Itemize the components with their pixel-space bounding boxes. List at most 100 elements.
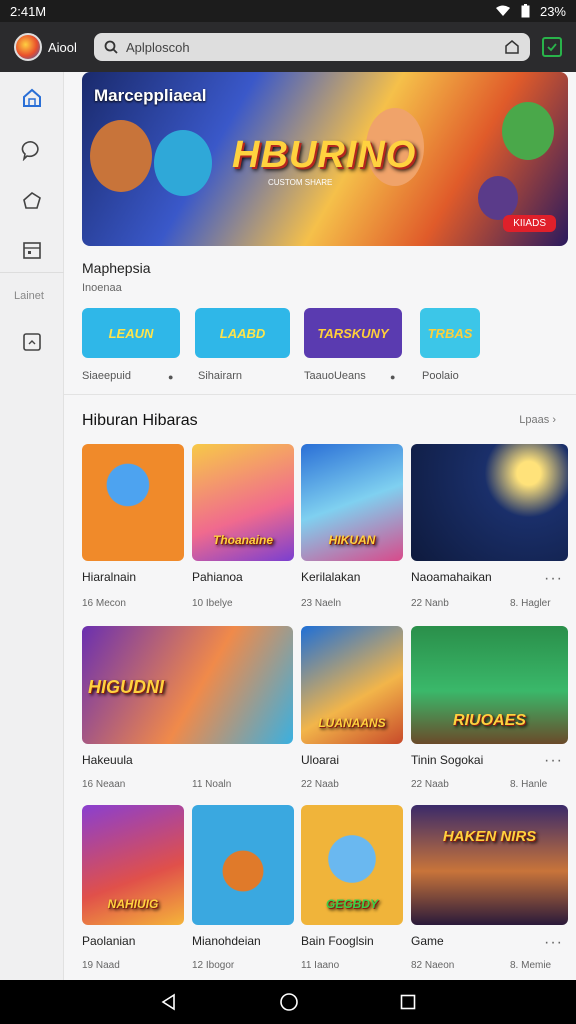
sidebar-item-home[interactable] [20, 86, 44, 110]
sidebar: Lainet [0, 72, 64, 980]
app-name: Aiool [48, 39, 77, 55]
game-name: Mianohdeian [192, 934, 261, 948]
category-chip[interactable]: LEAUN [82, 308, 180, 358]
search-icon [104, 40, 118, 54]
game-meta: 11 Iaano [301, 960, 340, 971]
banner-character [90, 120, 152, 192]
back-icon[interactable] [160, 993, 178, 1011]
chip-label: TaauoUeans [304, 370, 366, 382]
tile-text: HAKEN NIRS [442, 828, 537, 845]
game-meta: 10 Ibelye [192, 598, 233, 609]
category-chip[interactable]: LAABD [195, 308, 290, 358]
game-name: Pahianoa [192, 570, 243, 584]
game-tile[interactable]: RIUOAES [411, 626, 568, 744]
sidebar-label: Lainet [14, 290, 44, 302]
home-button-icon[interactable] [279, 992, 299, 1012]
search-input[interactable]: Aplploscoh [126, 40, 504, 55]
more-options-icon[interactable]: ··· [544, 752, 563, 770]
game-tile[interactable] [192, 805, 294, 925]
calendar-icon [23, 242, 41, 259]
battery-icon [521, 4, 530, 18]
game-meta: 23 Naeln [301, 598, 342, 609]
game-meta: 22 Naab [301, 779, 339, 790]
game-tile[interactable]: NAHIUIG [82, 805, 184, 925]
game-name: Kerilalakan [301, 570, 361, 584]
checkbox-icon[interactable] [542, 37, 562, 57]
tile-text: RIUOAES [453, 712, 526, 729]
sidebar-item-chat[interactable] [20, 138, 44, 162]
banner-character [478, 176, 518, 220]
tile-text: LUANAANS [318, 716, 386, 730]
game-tile[interactable]: LUANAANS [301, 626, 403, 744]
search-bar[interactable]: Aplploscoh [94, 33, 530, 61]
chip-text: TRBAS [427, 325, 473, 341]
chip-label: Siaeepuid [82, 370, 131, 382]
banner-subtitle: CUSTOM SHARE [268, 178, 333, 187]
main-content: Marceppliaeal HBURINO CUSTOM SHARE KIIAD… [64, 72, 576, 980]
chip-text: TARSKUNY [317, 325, 389, 341]
system-nav-bar [0, 980, 576, 1024]
game-meta: 16 Mecon [82, 598, 126, 609]
more-options-icon[interactable]: ··· [544, 570, 563, 588]
game-tile[interactable]: Thoanaine [192, 444, 294, 561]
tile-text: Thoanaine [212, 533, 273, 547]
house-outline-icon [23, 192, 41, 209]
game-meta: 82 Naeon [411, 960, 455, 971]
dot-icon: ● [390, 372, 396, 382]
tile-text: HIKUAN [328, 533, 376, 547]
game-meta: 22 Naab [411, 779, 449, 790]
section-title: Maphepsia [82, 260, 151, 276]
banner-badge[interactable]: KIIADS [503, 215, 556, 232]
banner-logo-text: HBURINO [232, 134, 417, 176]
game-meta: 12 Ibogor [192, 960, 235, 971]
more-options-icon[interactable]: ··· [544, 934, 563, 952]
category-chip[interactable]: TARSKUNY [304, 308, 402, 358]
game-name: Uloarai [301, 753, 340, 767]
tile-text: HIGUDNI [88, 677, 164, 697]
banner-character [154, 130, 212, 196]
see-more-link[interactable]: Lpaas › [519, 414, 556, 426]
game-meta: 19 Naad [82, 960, 120, 971]
game-extra: 8. Hanle [510, 779, 548, 790]
status-time: 2:41M [10, 3, 47, 19]
game-name: Tinin Sogokai [411, 753, 484, 767]
game-name: Naoamahaikan [411, 570, 492, 584]
section-subtitle: Inoenaa [82, 282, 122, 294]
tile-text: GEGBDY [325, 897, 378, 911]
game-tile[interactable]: GEGBDY [301, 805, 403, 925]
status-bar: 2:41M 23% [0, 0, 576, 22]
app-logo[interactable] [14, 33, 42, 61]
chip-label: Poolaio [422, 370, 459, 382]
divider [64, 394, 576, 395]
home-icon [23, 88, 41, 107]
banner-title: Marceppliaeal [94, 86, 207, 105]
category-chip[interactable]: TRBAS [420, 308, 480, 358]
game-name: Bain Fooglsin [301, 934, 374, 948]
featured-banner[interactable]: Marceppliaeal HBURINO CUSTOM SHARE KIIAD… [82, 72, 568, 246]
game-extra: 8. Memie [510, 960, 552, 971]
grid-title: Hiburan Hibaras [82, 412, 198, 429]
game-name: Paolanian [82, 934, 136, 948]
game-tile[interactable]: HIKUAN [301, 444, 403, 561]
game-name: Hiaralnain [82, 570, 137, 584]
wifi-icon [495, 5, 510, 16]
battery-percent: 23% [539, 3, 566, 19]
chip-text: LAABD [219, 325, 266, 341]
sidebar-item-downloads[interactable] [20, 330, 44, 354]
chat-icon [21, 141, 39, 161]
recents-icon[interactable] [400, 994, 416, 1010]
game-tile[interactable] [411, 444, 568, 561]
game-meta: 22 Nanb [411, 598, 449, 609]
game-meta: 11 Noaln [192, 779, 232, 790]
sidebar-item-library[interactable] [20, 238, 44, 262]
chip-label: Sihairarn [198, 370, 243, 382]
store-icon[interactable] [504, 39, 520, 55]
app-bar: Aiool Aplploscoh [0, 22, 576, 72]
game-tile[interactable] [82, 444, 184, 561]
sidebar-divider [0, 272, 64, 273]
sidebar-item-explore[interactable] [20, 188, 44, 212]
banner-character [502, 102, 554, 160]
game-tile[interactable]: HIGUDNI [82, 626, 293, 744]
game-tile[interactable]: HAKEN NIRS [411, 805, 568, 925]
tile-text: NAHIUIG [107, 897, 159, 911]
